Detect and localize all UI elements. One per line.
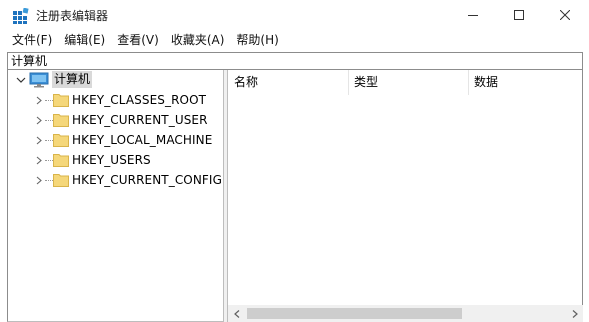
- column-header-name[interactable]: 名称: [228, 70, 348, 95]
- folder-icon: [53, 154, 69, 167]
- address-bar[interactable]: 计算机: [7, 52, 583, 70]
- tree-item-hkey-users[interactable]: HKEY_USERS: [8, 150, 224, 170]
- scroll-left-button[interactable]: [228, 305, 245, 322]
- tree-item-label[interactable]: HKEY_USERS: [72, 152, 151, 168]
- menu-help[interactable]: 帮助(H): [230, 30, 284, 50]
- tree-root-label[interactable]: 计算机: [52, 71, 93, 88]
- list-header: 名称 类型 数据: [228, 70, 583, 95]
- chevron-right-icon[interactable]: [35, 96, 43, 105]
- folder-icon: [53, 174, 69, 187]
- close-button[interactable]: [542, 0, 588, 30]
- scroll-right-button[interactable]: [566, 305, 583, 322]
- tree-item-hkey-current-user[interactable]: HKEY_CURRENT_USER: [8, 110, 224, 130]
- tree-connector: [45, 100, 53, 101]
- title-bar[interactable]: 注册表编辑器: [0, 0, 589, 30]
- tree-item-label[interactable]: HKEY_LOCAL_MACHINE: [72, 132, 212, 148]
- menu-bar: 文件(F) 编辑(E) 查看(V) 收藏夹(A) 帮助(H): [0, 30, 589, 50]
- close-icon: [560, 10, 570, 20]
- address-path: 计算机: [11, 54, 48, 68]
- tree-root-computer[interactable]: 计算机: [8, 70, 224, 90]
- menu-file[interactable]: 文件(F): [6, 30, 58, 50]
- minimize-icon: [468, 15, 478, 16]
- minimize-button[interactable]: [450, 0, 496, 30]
- menu-view[interactable]: 查看(V): [111, 30, 165, 50]
- values-list-pane[interactable]: 名称 类型 数据: [228, 70, 583, 322]
- tree-pane[interactable]: 计算机 HKEY_CLASSES_ROOT HKEY_CURRENT_USER: [7, 70, 223, 322]
- menu-favorites[interactable]: 收藏夹(A): [165, 30, 231, 50]
- chevron-right-icon[interactable]: [35, 156, 43, 165]
- column-header-data[interactable]: 数据: [468, 70, 583, 95]
- chevron-right-icon[interactable]: [35, 136, 43, 145]
- tree-item-hkey-current-config[interactable]: HKEY_CURRENT_CONFIG: [8, 170, 224, 190]
- tree-connector: [45, 120, 53, 121]
- folder-icon: [53, 94, 69, 107]
- tree-connector: [45, 140, 53, 141]
- tree-item-label[interactable]: HKEY_CURRENT_CONFIG: [72, 172, 222, 188]
- computer-icon: [29, 72, 49, 88]
- tree-item-label[interactable]: HKEY_CLASSES_ROOT: [72, 92, 206, 108]
- tree-item-label[interactable]: HKEY_CURRENT_USER: [72, 112, 208, 128]
- maximize-button[interactable]: [496, 0, 542, 30]
- tree-item-hkey-local-machine[interactable]: HKEY_LOCAL_MACHINE: [8, 130, 224, 150]
- tree-item-hkey-classes-root[interactable]: HKEY_CLASSES_ROOT: [8, 90, 224, 110]
- tree-connector: [45, 180, 53, 181]
- horizontal-scrollbar[interactable]: [228, 305, 583, 322]
- registry-editor-icon: [13, 7, 29, 24]
- tree-connector: [45, 160, 53, 161]
- left-border: [0, 52, 7, 322]
- chevron-right-icon[interactable]: [35, 176, 43, 185]
- scroll-thumb[interactable]: [247, 308, 462, 319]
- chevron-down-icon[interactable]: [16, 75, 26, 85]
- folder-icon: [53, 114, 69, 127]
- chevron-right-icon[interactable]: [35, 116, 43, 125]
- scroll-left-icon: [233, 309, 239, 318]
- menu-edit[interactable]: 编辑(E): [58, 30, 111, 50]
- scroll-right-icon: [572, 309, 578, 318]
- column-header-type[interactable]: 类型: [348, 70, 468, 95]
- registry-editor-window: 注册表编辑器 文件(F) 编辑(E) 查看(V) 收藏夹(A) 帮助(H) 计算…: [0, 0, 589, 322]
- folder-icon: [53, 134, 69, 147]
- window-title: 注册表编辑器: [36, 9, 109, 23]
- maximize-icon: [514, 10, 524, 20]
